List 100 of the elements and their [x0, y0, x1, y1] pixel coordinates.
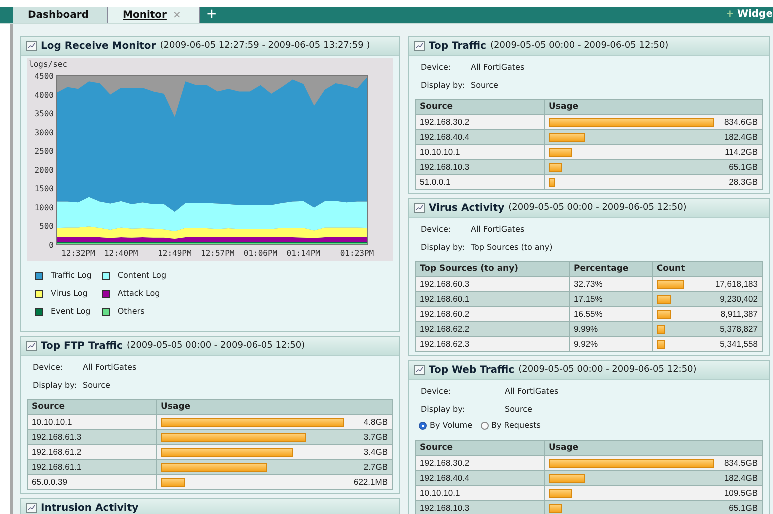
- axis-label: 01:06PM: [244, 249, 278, 258]
- usage-value: 622.1MB: [352, 477, 388, 487]
- chart-icon: [414, 41, 425, 51]
- chart-icon: [414, 203, 425, 213]
- table-cell: 192.168.60.2: [416, 306, 570, 322]
- column-header: Source: [28, 400, 156, 414]
- legend-label: Traffic Log: [51, 271, 92, 280]
- column-header: Usage: [544, 100, 762, 114]
- usage-value: 65.1GB: [728, 162, 758, 172]
- table-cell: 192.168.30.2: [416, 456, 544, 470]
- usage-value: 3.7GB: [362, 432, 388, 442]
- usage-bar: [161, 478, 185, 486]
- date-range: (2009-05-05 00:00 - 2009-06-05 12:50): [490, 41, 669, 51]
- usage-value: 834.6GB: [723, 117, 758, 127]
- axis-label: 1000: [34, 203, 54, 212]
- usage-value: 17,618,183: [714, 279, 758, 289]
- table-cell: 192.168.60.3: [416, 276, 570, 292]
- legend-label: Attack Log: [118, 289, 160, 298]
- axis-label: 01:14PM: [286, 249, 321, 258]
- usage-bar: [656, 280, 684, 288]
- column-header: Count: [652, 262, 762, 276]
- axis-label: 01:23PM: [340, 249, 374, 258]
- usage-value: 834.5GB: [723, 458, 758, 468]
- table-cell: 192.168.30.2: [416, 114, 544, 130]
- axis-label: 500: [40, 222, 54, 232]
- chart-icon: [26, 341, 37, 351]
- column-header: Top Sources (to any): [416, 262, 570, 276]
- field-label: Device:: [421, 225, 452, 234]
- usage-value: 114.2GB: [724, 147, 758, 157]
- radio-label[interactable]: By Volume: [430, 421, 473, 430]
- axis-label: 0: [49, 241, 54, 250]
- axis-label: 12:32PM: [62, 249, 96, 258]
- radio-button[interactable]: [419, 422, 427, 430]
- usage-value: 5,341,558: [719, 339, 758, 349]
- field-value: All FortiGates: [471, 225, 525, 234]
- column-header: Source: [416, 100, 544, 114]
- axis-label: 12:40PM: [104, 249, 138, 258]
- tab[interactable]: Monitor ×: [108, 7, 200, 23]
- table-cell: 32.73%: [570, 276, 652, 292]
- tab[interactable]: Dashboard: [13, 7, 108, 23]
- axis-label: 1500: [34, 184, 54, 194]
- axis-label: 3000: [34, 128, 54, 138]
- table-cell: 192.168.40.4: [416, 470, 544, 486]
- usage-value: 65.1GB: [728, 503, 758, 513]
- widget-title: Top Traffic: [429, 40, 486, 52]
- axis-label: 12:49PM: [158, 249, 192, 258]
- legend-label: Others: [118, 307, 145, 316]
- field-label: Display by:: [421, 405, 466, 414]
- widget-title: Virus Activity: [429, 202, 505, 214]
- usage-value: 9,230,402: [719, 294, 758, 304]
- chart-icon: [414, 365, 425, 375]
- date-range: (2009-05-05 00:00 - 2009-06-05 12:50): [508, 203, 687, 213]
- add-tab-button[interactable]: +: [200, 7, 224, 23]
- axis-label: 4500: [34, 72, 54, 81]
- axis-label: 2500: [34, 147, 54, 156]
- column-header: Percentage: [570, 262, 652, 276]
- axis-label: 4000: [34, 90, 54, 100]
- table-cell: 9.99%: [570, 322, 652, 336]
- field-value: Source: [505, 405, 532, 414]
- column-header: Usage: [156, 400, 392, 414]
- usage-bar: [656, 340, 666, 348]
- usage-value: 182.4GB: [723, 473, 758, 483]
- field-value: All FortiGates: [471, 63, 525, 72]
- table-cell: 16.55%: [570, 306, 652, 322]
- usage-value: 109.5GB: [723, 488, 758, 498]
- usage-value: 182.4GB: [723, 132, 758, 142]
- column-header: Source: [416, 440, 544, 456]
- usage-bar: [656, 324, 666, 334]
- date-range: (2009-05-05 00:00 - 2009-06-05 12:50): [518, 365, 697, 375]
- axis-title: logs/sec: [29, 60, 68, 69]
- date-range: (2009-05-05 00:00 - 2009-06-05 12:50): [126, 341, 306, 351]
- usage-bar: [549, 504, 562, 512]
- table-cell: 192.168.40.4: [416, 130, 544, 144]
- table-cell: 65.0.0.39: [28, 474, 156, 490]
- table-cell: 17.15%: [570, 292, 652, 306]
- field-label: Device:: [33, 363, 64, 372]
- field-label: Device:: [421, 387, 452, 396]
- radio-label[interactable]: By Requests: [492, 421, 541, 430]
- usage-value: 8,911,387: [720, 309, 758, 319]
- field-label: Display by:: [421, 243, 466, 252]
- table-cell: 9.92%: [570, 336, 652, 352]
- field-value: Top Sources (to any): [471, 243, 553, 252]
- usage-bar: [549, 474, 586, 482]
- radio-button[interactable]: [480, 422, 489, 430]
- usage-bar: [656, 310, 671, 318]
- field-value: Source: [471, 81, 498, 90]
- usage-bar: [549, 162, 562, 172]
- usage-bar: [549, 132, 586, 142]
- table-cell: 192.168.61.2: [28, 444, 156, 460]
- widget-title: Log Receive Monitor: [41, 40, 156, 52]
- table-cell: 51.0.0.1: [416, 174, 544, 190]
- field-label: Display by:: [33, 381, 78, 390]
- axis-label: 3500: [34, 110, 54, 119]
- field-value: All FortiGates: [83, 363, 137, 372]
- axis-label: 12:57PM: [201, 249, 235, 258]
- table-cell: 192.168.10.3: [416, 500, 544, 514]
- add-widget-link[interactable]: + Widge: [726, 7, 773, 23]
- widget-title: Intrusion Activity: [41, 502, 139, 514]
- table-cell: 192.168.62.2: [416, 322, 570, 336]
- field-value: All FortiGates: [505, 387, 559, 396]
